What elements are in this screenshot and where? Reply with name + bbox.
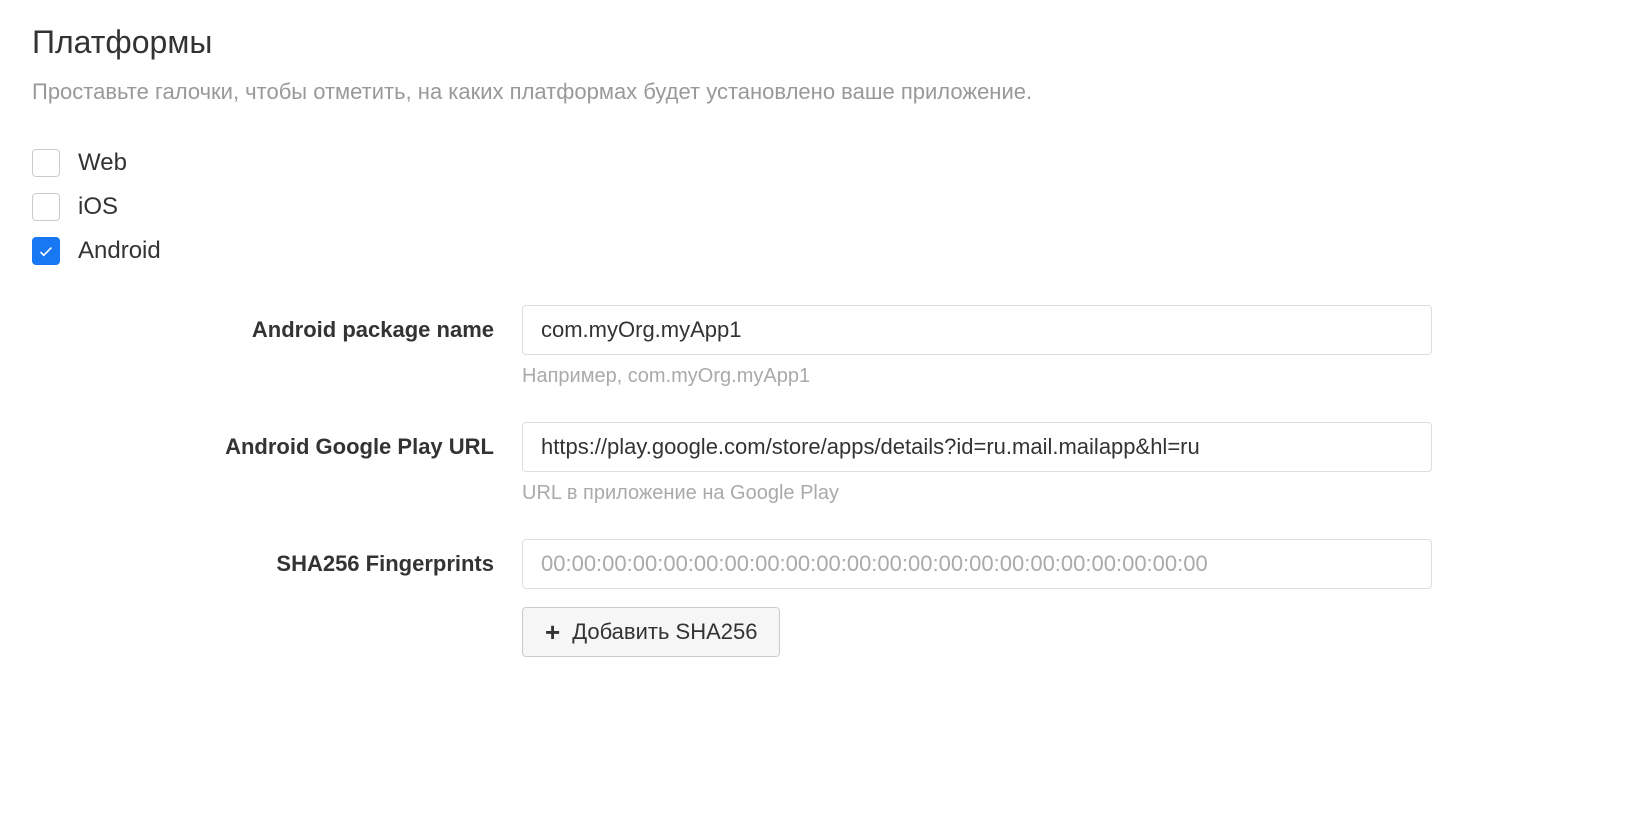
platform-row-web: Web [32,149,1594,177]
add-sha256-button[interactable]: + Добавить SHA256 [522,607,780,657]
sha256-input[interactable] [522,539,1432,589]
page-subtitle: Проставьте галочки, чтобы отметить, на к… [32,79,1594,105]
platform-row-ios: iOS [32,193,1594,221]
help-play-url: URL в приложение на Google Play [522,482,1432,505]
checkbox-label-web[interactable]: Web [78,149,127,177]
form-row-sha256: SHA256 Fingerprints + Добавить SHA256 [32,539,1594,657]
play-url-input[interactable] [522,422,1432,472]
platform-row-android: Android [32,237,1594,265]
platform-checkbox-list: Web iOS Android [32,149,1594,265]
page-title: Платформы [32,24,1594,61]
help-package-name: Например, com.myOrg.myApp1 [522,365,1432,388]
check-icon [37,242,55,260]
checkbox-ios[interactable] [32,193,60,221]
add-sha256-label: Добавить SHA256 [572,619,757,645]
checkbox-label-ios[interactable]: iOS [78,193,118,221]
label-play-url: Android Google Play URL [32,422,522,460]
plus-icon: + [545,619,560,645]
checkbox-android[interactable] [32,237,60,265]
label-sha256: SHA256 Fingerprints [32,539,522,577]
package-name-input[interactable] [522,305,1432,355]
form-row-play-url: Android Google Play URL URL в приложение… [32,422,1594,505]
form-row-package-name: Android package name Например, com.myOrg… [32,305,1594,388]
checkbox-web[interactable] [32,149,60,177]
checkbox-label-android[interactable]: Android [78,237,161,265]
label-package-name: Android package name [32,305,522,343]
